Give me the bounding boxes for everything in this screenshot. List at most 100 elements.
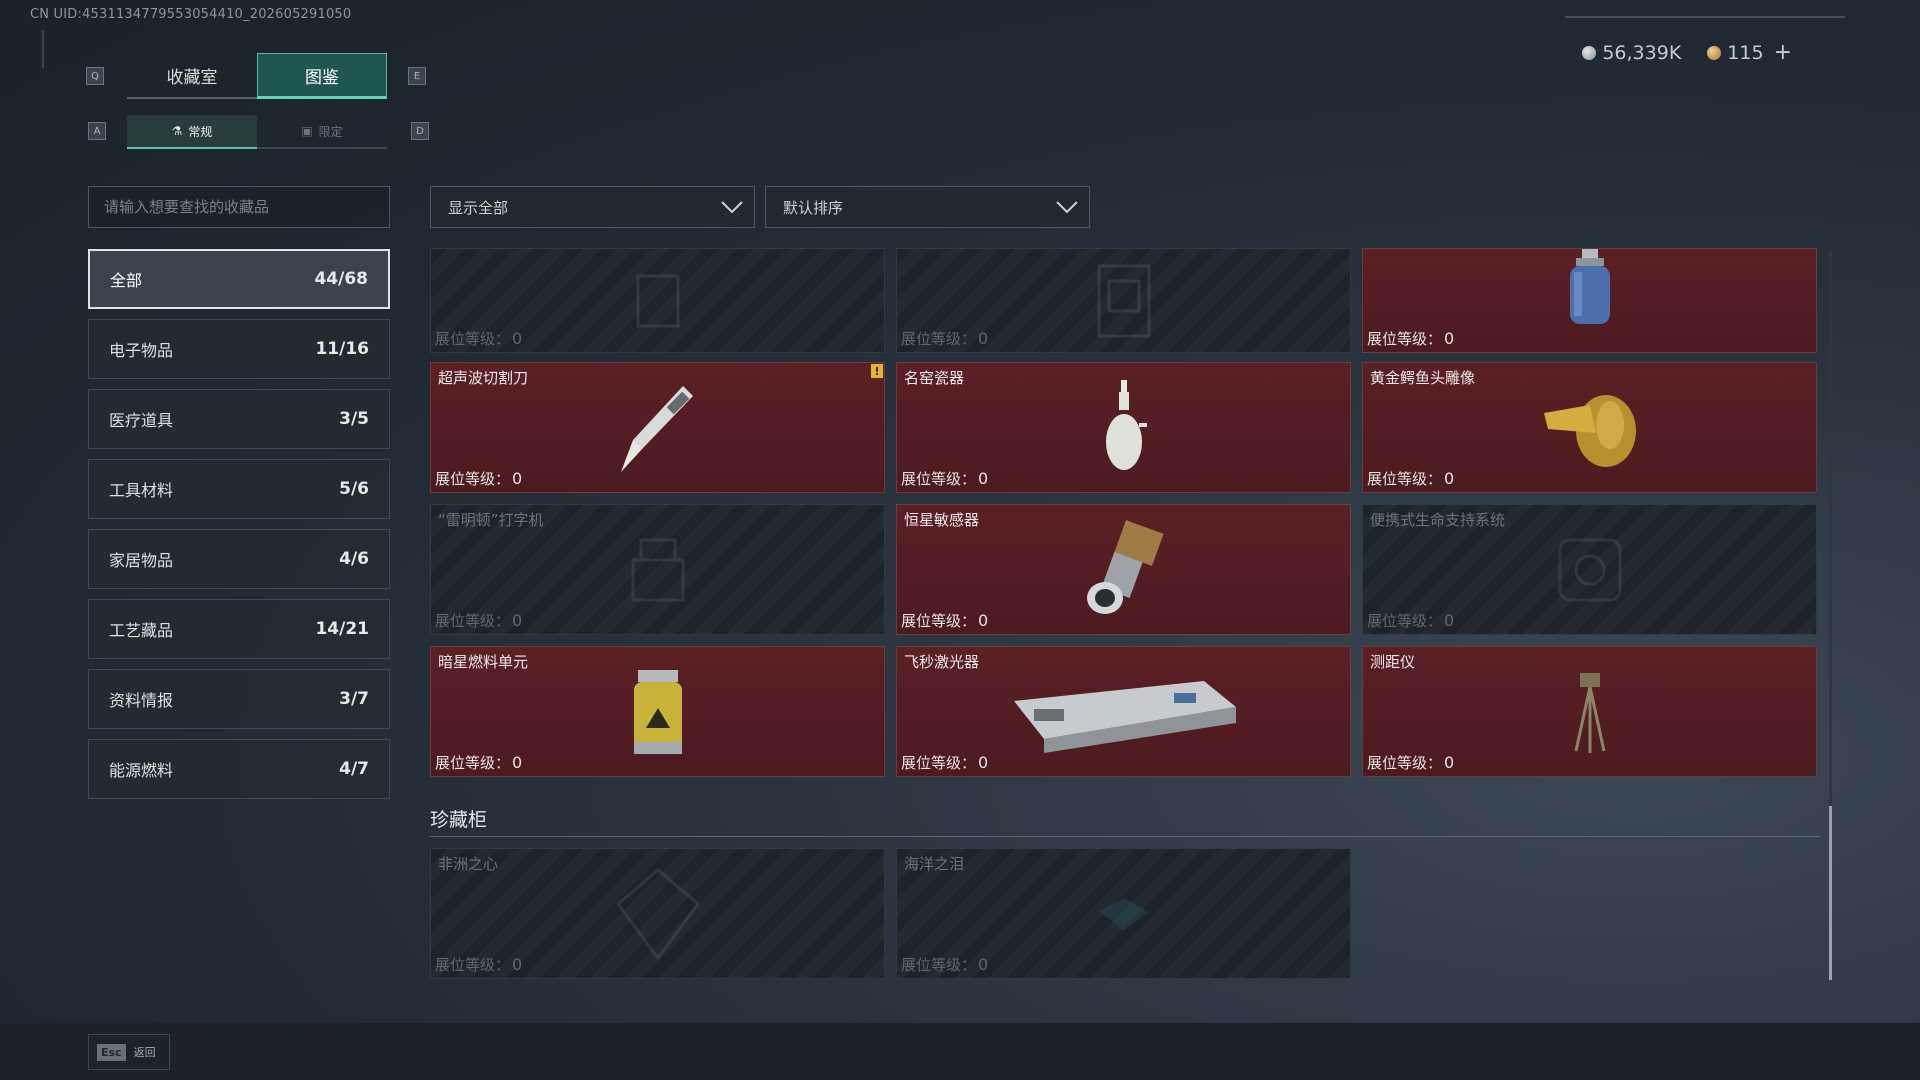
key-hint-d: D	[411, 122, 429, 140]
level-label: 展位等级： 0	[901, 954, 988, 975]
item-name: 测距仪	[1370, 653, 1416, 671]
flask-icon: ⚗	[171, 124, 183, 138]
life-support-icon	[1558, 538, 1621, 601]
item-name: 恒星敏感器	[904, 511, 980, 529]
search-input[interactable]	[104, 198, 389, 216]
item-name: 海洋之泪	[904, 855, 965, 873]
item-name: 名窑瓷器	[904, 369, 965, 387]
collection-card[interactable]: 恒星敏感器 展位等级： 0	[896, 504, 1351, 635]
category-medical[interactable]: 医疗道具 3/5	[88, 389, 390, 449]
collection-card[interactable]: 名窑瓷器 展位等级： 0	[896, 362, 1351, 493]
item-name: “雷明顿”打字机	[438, 511, 544, 529]
level-value: 0	[512, 611, 523, 630]
tab-collection-room[interactable]: 收藏室	[127, 53, 257, 99]
gem-icon	[1099, 897, 1148, 930]
rangefinder-icon	[1574, 672, 1605, 753]
level-label: 展位等级： 0	[435, 954, 522, 975]
tab-catalog[interactable]: 图鉴	[257, 53, 387, 99]
scrollbar-thumb[interactable]	[1829, 806, 1832, 980]
level-text: 展位等级：	[1367, 330, 1443, 348]
gold-amount: 115	[1727, 41, 1764, 64]
category-electronics[interactable]: 电子物品 11/16	[88, 319, 390, 379]
sub-tabs: ⚗ 常规 ▣ 限定	[127, 115, 387, 149]
chevron-down-icon	[1056, 201, 1078, 214]
level-text: 展位等级：	[901, 612, 977, 630]
add-currency-button[interactable]: +	[1774, 40, 1792, 65]
star-sensor-icon	[1086, 519, 1164, 614]
category-label: 医疗道具	[109, 411, 174, 430]
item-name: 超声波切割刀	[438, 369, 529, 387]
category-intel[interactable]: 资料情报 3/7	[88, 669, 390, 729]
level-label: 展位等级： 0	[1367, 328, 1454, 349]
level-text: 展位等级：	[901, 330, 977, 348]
category-label: 电子物品	[109, 341, 174, 360]
tab-regular[interactable]: ⚗ 常规	[127, 115, 257, 149]
collection-card[interactable]: 展位等级： 0	[896, 248, 1351, 353]
collection-card[interactable]: 黄金鳄鱼头雕像 展位等级： 0	[1362, 362, 1817, 493]
collection-card[interactable]: 飞秒激光器 展位等级： 0	[896, 646, 1351, 777]
category-count: 14/21	[315, 619, 369, 639]
sort-dropdown[interactable]: 默认排序	[765, 186, 1090, 228]
footer-bar	[0, 1023, 1920, 1080]
treasure-card[interactable]: 海洋之泪 展位等级： 0	[896, 848, 1351, 979]
category-energy[interactable]: 能源燃料 4/7	[88, 739, 390, 799]
alert-badge: !	[871, 364, 883, 378]
category-label: 全部	[110, 271, 143, 290]
level-label: 展位等级： 0	[1367, 752, 1454, 773]
category-count: 11/16	[315, 339, 369, 359]
level-value: 0	[512, 955, 523, 974]
collection-card[interactable]: 展位等级： 0	[430, 248, 885, 353]
level-text: 展位等级：	[435, 470, 511, 488]
level-label: 展位等级： 0	[435, 752, 522, 773]
level-label: 展位等级： 0	[1367, 468, 1454, 489]
level-text: 展位等级：	[1367, 754, 1443, 772]
key-hint-e: E	[408, 67, 426, 85]
level-label: 展位等级： 0	[901, 610, 988, 631]
level-text: 展位等级：	[1367, 612, 1443, 630]
category-tools[interactable]: 工具材料 5/6	[88, 459, 390, 519]
category-label: 资料情报	[109, 691, 174, 710]
level-value: 0	[512, 329, 523, 348]
collection-card[interactable]: 超声波切割刀 ! 展位等级： 0	[430, 362, 885, 493]
side-decoration	[42, 30, 52, 68]
laser-device-icon	[1013, 680, 1236, 753]
category-all[interactable]: 全部 44/68	[88, 249, 390, 309]
level-value: 0	[1444, 753, 1455, 772]
esc-key-icon: Esc	[97, 1043, 126, 1061]
item-name: 黄金鳄鱼头雕像	[1370, 369, 1476, 387]
level-value: 0	[978, 955, 989, 974]
level-value: 0	[512, 753, 523, 772]
tab-limited[interactable]: ▣ 限定	[257, 115, 387, 149]
level-value: 0	[1444, 329, 1455, 348]
typewriter-icon	[631, 538, 684, 601]
category-count: 44/68	[314, 269, 368, 289]
level-label: 展位等级： 0	[435, 328, 522, 349]
category-crafts[interactable]: 工艺藏品 14/21	[88, 599, 390, 659]
category-count: 3/5	[339, 409, 369, 429]
treasure-card[interactable]: 非洲之心 展位等级： 0	[430, 848, 885, 979]
section-divider	[430, 836, 1820, 837]
collection-card[interactable]: 暗星燃料单元 展位等级： 0	[430, 646, 885, 777]
category-count: 5/6	[339, 479, 369, 499]
category-household[interactable]: 家居物品 4/6	[88, 529, 390, 589]
back-button[interactable]: Esc 返回	[88, 1034, 170, 1070]
item-name: 便携式生命支持系统	[1370, 511, 1506, 529]
level-label: 展位等级： 0	[435, 468, 522, 489]
gold-crocodile-icon	[1543, 394, 1636, 467]
faded-item-icon	[1097, 264, 1150, 337]
category-count: 4/6	[339, 549, 369, 569]
collection-card[interactable]: “雷明顿”打字机 展位等级： 0	[430, 504, 885, 635]
uid-label: CN UID:4531134779553054410_202605291050	[30, 7, 352, 22]
level-text: 展位等级：	[1367, 470, 1443, 488]
category-count: 3/7	[339, 689, 369, 709]
collection-card[interactable]: 测距仪 展位等级： 0	[1362, 646, 1817, 777]
level-value: 0	[1444, 469, 1455, 488]
level-value: 0	[1444, 611, 1455, 630]
collection-card[interactable]: 展位等级： 0	[1362, 248, 1817, 353]
porcelain-vase-icon	[1105, 379, 1147, 470]
gold-coin-icon	[1707, 45, 1722, 60]
filter-dropdown[interactable]: 显示全部	[430, 186, 755, 228]
collection-card[interactable]: 便携式生命支持系统 展位等级： 0	[1362, 504, 1817, 635]
level-label: 展位等级： 0	[901, 468, 988, 489]
level-label: 展位等级： 0	[901, 752, 988, 773]
